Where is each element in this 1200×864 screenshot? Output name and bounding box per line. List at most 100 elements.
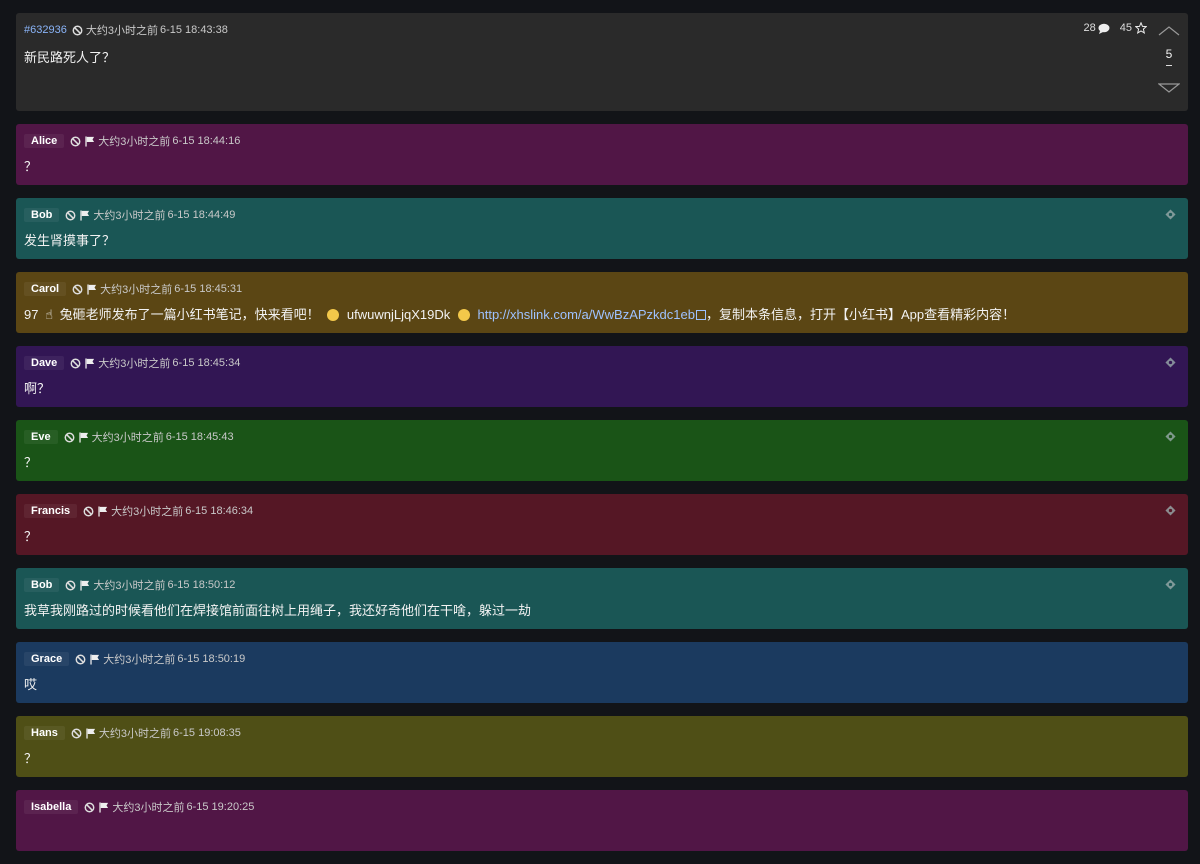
ban-icon[interactable]	[70, 358, 81, 369]
original-post: #632936 大约3小时之前 6-15 18:43:38 新民路死人了？ 28…	[16, 13, 1188, 111]
author-name[interactable]: Alice	[24, 134, 65, 148]
reply-datetime: 6-15 19:08:35	[173, 727, 241, 739]
flag-icon[interactable]	[89, 653, 100, 665]
content-prefix: 97	[24, 307, 39, 322]
reply-meta: Dave 大约3小时之前 6-15 18:45:34	[24, 355, 1180, 371]
reply-card: Carol 大约3小时之前 6-15 18:45:31 97 ☝ 兔砸老师发布了…	[16, 272, 1188, 333]
reply-content: ？	[24, 159, 38, 174]
flag-icon[interactable]	[78, 431, 89, 443]
thread-feed: #632936 大约3小时之前 6-15 18:43:38 新民路死人了？ 28…	[16, 13, 1188, 864]
relative-time: 大约3小时之前	[91, 432, 164, 444]
post-meta: #632936 大约3小时之前 6-15 18:43:38	[24, 22, 1180, 38]
hand-emoji-icon: ☝	[45, 307, 54, 322]
external-link-icon[interactable]	[695, 310, 706, 320]
ban-icon[interactable]	[65, 580, 76, 591]
reply-datetime: 6-15 18:50:19	[177, 653, 246, 665]
reply-content: ？	[24, 751, 38, 766]
vote-control: 5	[1157, 23, 1181, 101]
author-name[interactable]: Bob	[24, 578, 60, 592]
reply-meta: Alice 大约3小时之前 6-15 18:44:16	[24, 133, 1180, 149]
relative-time: 大约3小时之前	[100, 284, 173, 296]
reply-content: 哎	[24, 677, 38, 692]
ban-icon[interactable]	[65, 210, 76, 221]
ban-icon[interactable]	[70, 136, 81, 147]
pin-icon[interactable]	[1165, 503, 1176, 521]
ban-icon[interactable]	[71, 728, 82, 739]
reply-datetime: 6-15 18:44:49	[167, 209, 236, 221]
content-code: ufwuwnjLjqX19Dk	[346, 307, 451, 322]
reply-datetime: 6-15 18:44:16	[172, 135, 241, 147]
reply-card: Hans 大约3小时之前 6-15 19:08:35 ？	[16, 716, 1188, 777]
flag-icon[interactable]	[84, 357, 95, 369]
author-name[interactable]: Dave	[24, 356, 65, 370]
reply-content: ？	[24, 529, 38, 544]
ban-icon[interactable]	[64, 432, 75, 443]
star-icon[interactable]	[1135, 22, 1147, 34]
flag-icon[interactable]	[86, 283, 97, 295]
reply-content: ？	[24, 455, 38, 470]
relative-time: 大约3小时之前	[93, 580, 166, 592]
author-name[interactable]: Bob	[24, 208, 60, 222]
author-name[interactable]: Francis	[24, 504, 78, 518]
pin-icon[interactable]	[1165, 207, 1176, 225]
pin-icon[interactable]	[1165, 429, 1176, 447]
reply-card: Isabella 大约3小时之前 6-15 19:20:25	[16, 790, 1188, 851]
downvote-arrow-icon[interactable]	[1157, 80, 1181, 98]
post-content: 新民路死人了？	[24, 50, 116, 65]
content-suffix: ，复制本条信息，打开【小红书】App查看精彩内容！	[705, 307, 1016, 322]
flag-icon[interactable]	[84, 135, 95, 147]
upvote-arrow-icon[interactable]	[1158, 23, 1180, 41]
reply-meta: Hans 大约3小时之前 6-15 19:08:35	[24, 725, 1180, 741]
pin-icon[interactable]	[1165, 355, 1176, 373]
post-id-link[interactable]: #632936	[24, 24, 67, 36]
ban-icon[interactable]	[72, 284, 83, 295]
reply-meta: Bob 大约3小时之前 6-15 18:44:49	[24, 207, 1180, 223]
ban-icon[interactable]	[84, 802, 95, 813]
relative-time: 大约3小时之前	[112, 802, 185, 814]
pin-icon[interactable]	[1165, 577, 1176, 595]
flag-icon[interactable]	[98, 801, 109, 813]
ban-icon[interactable]	[75, 654, 86, 665]
content-text: 兔砸老师发布了一篇小红书笔记，快来看吧！	[59, 307, 320, 322]
relative-time: 大约3小时之前	[85, 25, 158, 37]
reply-card: Dave 大约3小时之前 6-15 18:45:34 啊？	[16, 346, 1188, 407]
author-name[interactable]: Isabella	[24, 800, 79, 814]
author-name[interactable]: Hans	[24, 726, 65, 740]
reply-datetime: 6-15 18:45:34	[172, 357, 241, 369]
comment-icon	[1098, 23, 1110, 34]
relative-time: 大约3小时之前	[111, 506, 184, 518]
ban-icon[interactable]	[72, 25, 83, 36]
reply-count: 28	[1083, 22, 1096, 34]
vote-count: 5	[1165, 47, 1173, 66]
reply-content: 97 ☝ 兔砸老师发布了一篇小红书笔记，快来看吧！ ufwuwnjLjqX19D…	[24, 304, 1180, 323]
content-link[interactable]: http://xhslink.com/a/WwBzAPzkdc1eb	[478, 307, 695, 322]
reply-card: Bob 大约3小时之前 6-15 18:50:12 我草我刚路过的时候看他们在焊…	[16, 568, 1188, 629]
reply-content: 我草我刚路过的时候看他们在焊接馆前面往树上用绳子，我还好奇他们在干啥，躲过一劫	[24, 603, 532, 618]
reply-meta: Grace 大约3小时之前 6-15 18:50:19	[24, 651, 1180, 667]
reply-meta: Isabella 大约3小时之前 6-15 19:20:25	[24, 799, 1180, 815]
reply-card: Eve 大约3小时之前 6-15 18:45:43 ？	[16, 420, 1188, 481]
reply-datetime: 6-15 18:50:12	[167, 579, 236, 591]
reply-card: Alice 大约3小时之前 6-15 18:44:16 ？	[16, 124, 1188, 185]
reply-meta: Bob 大约3小时之前 6-15 18:50:12	[24, 577, 1180, 593]
reply-card: Bob 大约3小时之前 6-15 18:44:49 发生肾摸事了？	[16, 198, 1188, 259]
author-name[interactable]: Eve	[24, 430, 58, 444]
relative-time: 大约3小时之前	[98, 136, 171, 148]
post-datetime: 6-15 18:43:38	[159, 24, 228, 36]
flag-icon[interactable]	[97, 505, 108, 517]
author-name[interactable]: Carol	[24, 282, 67, 296]
reply-meta: Francis 大约3小时之前 6-15 18:46:34	[24, 503, 1180, 519]
reply-card: Grace 大约3小时之前 6-15 18:50:19 哎	[16, 642, 1188, 703]
flag-icon[interactable]	[79, 579, 90, 591]
flag-icon[interactable]	[85, 727, 96, 739]
author-name[interactable]: Grace	[24, 652, 70, 666]
reply-datetime: 6-15 18:45:31	[174, 283, 243, 295]
flag-icon[interactable]	[79, 209, 90, 221]
reply-content: 发生肾摸事了？	[24, 233, 116, 248]
smile-emoji-icon	[457, 309, 470, 321]
reply-meta: Eve 大约3小时之前 6-15 18:45:43	[24, 429, 1180, 445]
reply-meta: Carol 大约3小时之前 6-15 18:45:31	[24, 281, 1180, 297]
ban-icon[interactable]	[83, 506, 94, 517]
relative-time: 大约3小时之前	[98, 358, 171, 370]
relative-time: 大约3小时之前	[103, 654, 176, 666]
